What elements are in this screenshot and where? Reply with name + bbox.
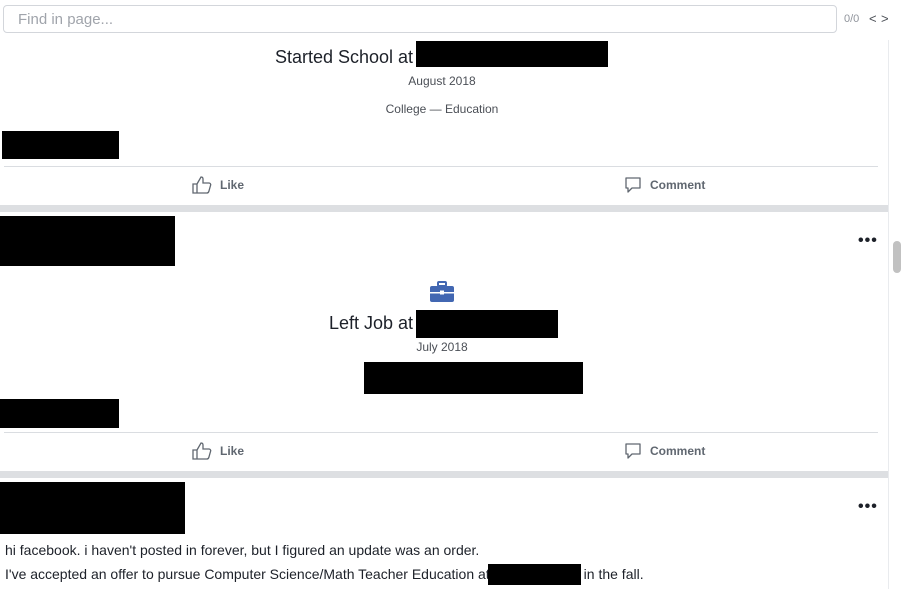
post-text-line-1: hi facebook. i haven't posted in forever… bbox=[5, 542, 480, 558]
comment-label: Comment bbox=[650, 178, 706, 192]
like-button[interactable]: Like bbox=[192, 442, 244, 460]
action-divider bbox=[4, 166, 878, 167]
redacted-author-header bbox=[0, 482, 185, 534]
more-options-button[interactable]: ••• bbox=[858, 498, 878, 516]
more-options-button[interactable]: ••• bbox=[858, 232, 878, 250]
redacted-detail bbox=[364, 362, 583, 394]
comment-label: Comment bbox=[650, 444, 706, 458]
post-separator bbox=[0, 471, 888, 478]
post-separator bbox=[0, 205, 888, 212]
page-scrollbar-track[interactable] bbox=[888, 40, 909, 589]
comment-button[interactable]: Comment bbox=[624, 442, 705, 460]
redacted-employer-name bbox=[416, 310, 558, 338]
comment-icon bbox=[625, 443, 641, 459]
redacted-reactions bbox=[0, 399, 119, 428]
thumbs-up-icon bbox=[192, 176, 212, 194]
find-in-page-input[interactable] bbox=[3, 5, 837, 33]
action-divider bbox=[4, 432, 878, 433]
briefcase-icon bbox=[430, 281, 454, 302]
milestone-date: July 2018 bbox=[416, 340, 468, 354]
page-scrollbar-thumb[interactable] bbox=[893, 241, 901, 273]
like-label: Like bbox=[220, 444, 245, 458]
redacted-school-name bbox=[488, 564, 581, 585]
find-previous-button[interactable]: < bbox=[869, 11, 877, 26]
find-match-count: 0/0 bbox=[844, 13, 860, 25]
comment-icon bbox=[625, 177, 641, 193]
redacted-school-name bbox=[416, 41, 608, 67]
milestone-date: August 2018 bbox=[408, 74, 476, 88]
find-next-button[interactable]: > bbox=[881, 11, 889, 26]
redacted-reactions bbox=[2, 131, 119, 159]
thumbs-up-icon bbox=[192, 442, 212, 460]
redacted-author-header bbox=[0, 216, 175, 266]
find-bar: 0/0 < > bbox=[0, 0, 909, 40]
comment-button[interactable]: Comment bbox=[624, 176, 705, 194]
like-button[interactable]: Like bbox=[192, 176, 244, 194]
like-label: Like bbox=[220, 178, 245, 192]
milestone-detail: College — Education bbox=[385, 102, 499, 116]
